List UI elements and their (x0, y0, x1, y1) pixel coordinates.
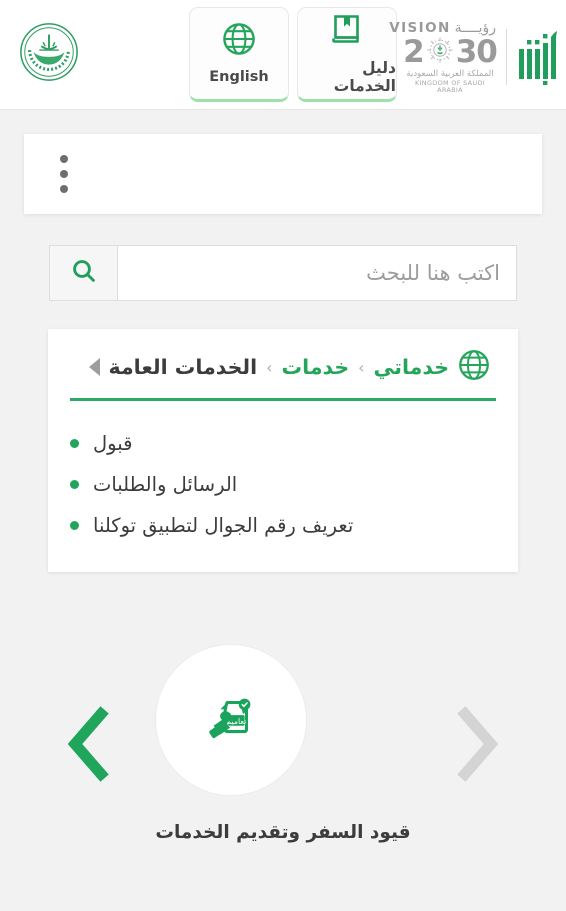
list-item[interactable]: قبول (70, 423, 496, 464)
services-guide-label: دليل الخدمات (333, 59, 396, 95)
kebab-menu-icon[interactable] (60, 155, 68, 193)
language-toggle-label: English (209, 69, 269, 85)
site-header: English دليل الخدمات VISION رؤيــــة 2 3… (0, 0, 566, 110)
list-item[interactable]: تعريف رقم الجوال لتطبيق توكلنا (70, 505, 496, 546)
vision-num-left: 2 (403, 33, 425, 70)
bullet-icon (70, 439, 79, 448)
service-list: قبول الرسائل والطلبات تعريف رقم الجوال ل… (70, 423, 496, 546)
header-button-group: English دليل الخدمات (189, 7, 397, 102)
triangle-right-icon[interactable] (88, 358, 100, 376)
vision-palm-emblem-icon (425, 35, 455, 69)
bullet-icon (70, 480, 79, 489)
search-icon (71, 258, 97, 288)
vision-absher-block: VISION رؤيــــة 2 30 المملكة العربية الس… (389, 20, 561, 95)
roya-word: رؤيــــة (454, 20, 496, 36)
service-tile-caption: قيود السفر وتقديم الخدمات (155, 822, 411, 843)
kebab-dot (60, 155, 68, 163)
book-icon (330, 12, 364, 50)
bullet-icon (70, 521, 79, 530)
search-bar (49, 245, 517, 301)
list-item[interactable]: الرسائل والطلبات (70, 464, 496, 505)
list-item-label: تعريف رقم الجوال لتطبيق توكلنا (93, 514, 354, 537)
breadcrumb-card: خدماتي › خدمات › الخدمات العامة قبول الر… (48, 329, 518, 572)
vision-num-right: 30 (455, 33, 498, 70)
circular-document-icon: تعاميم (200, 687, 262, 753)
list-item-label: الرسائل والطلبات (93, 473, 238, 496)
page-body: خدماتي › خدمات › الخدمات العامة قبول الر… (0, 134, 566, 843)
language-toggle-button[interactable]: English (189, 7, 289, 102)
globe-icon (222, 22, 256, 60)
breadcrumb: خدماتي › خدمات › الخدمات العامة (70, 349, 496, 385)
services-guide-button[interactable]: دليل الخدمات (297, 7, 397, 102)
search-button[interactable] (49, 245, 118, 301)
carousel-slide: تعاميم قيود السفر وتقديم الخدمات (155, 644, 411, 843)
vision-2030-logo: VISION رؤيــــة 2 30 المملكة العربية الس… (389, 20, 498, 95)
breadcrumb-underline (70, 398, 496, 401)
breadcrumb-item-khadamati[interactable]: خدماتي (374, 355, 449, 379)
kebab-dot (60, 185, 68, 193)
kingdom-english: KINGDOM OF SAUDI ARABIA (415, 78, 485, 95)
globe-icon (458, 349, 490, 385)
breadcrumb-item-current: الخدمات العامة (108, 355, 258, 379)
service-tile-travel-restrictions[interactable]: تعاميم (155, 644, 308, 796)
breadcrumb-item-khadamat[interactable]: خدمات (282, 355, 350, 379)
kebab-dot (60, 170, 68, 178)
chevron-left-icon[interactable] (65, 705, 113, 782)
top-menu-card (24, 134, 542, 214)
search-input[interactable] (118, 245, 517, 301)
breadcrumb-separator: › (358, 357, 365, 377)
absher-logo (517, 29, 561, 86)
chevron-right-icon[interactable] (453, 705, 501, 782)
list-item-label: قبول (93, 432, 133, 455)
vision-word: VISION (389, 19, 451, 36)
service-carousel: تعاميم قيود السفر وتقديم الخدمات (0, 644, 566, 843)
moi-emblem (18, 21, 80, 83)
vision-divider (506, 29, 507, 86)
breadcrumb-separator: › (266, 357, 273, 377)
